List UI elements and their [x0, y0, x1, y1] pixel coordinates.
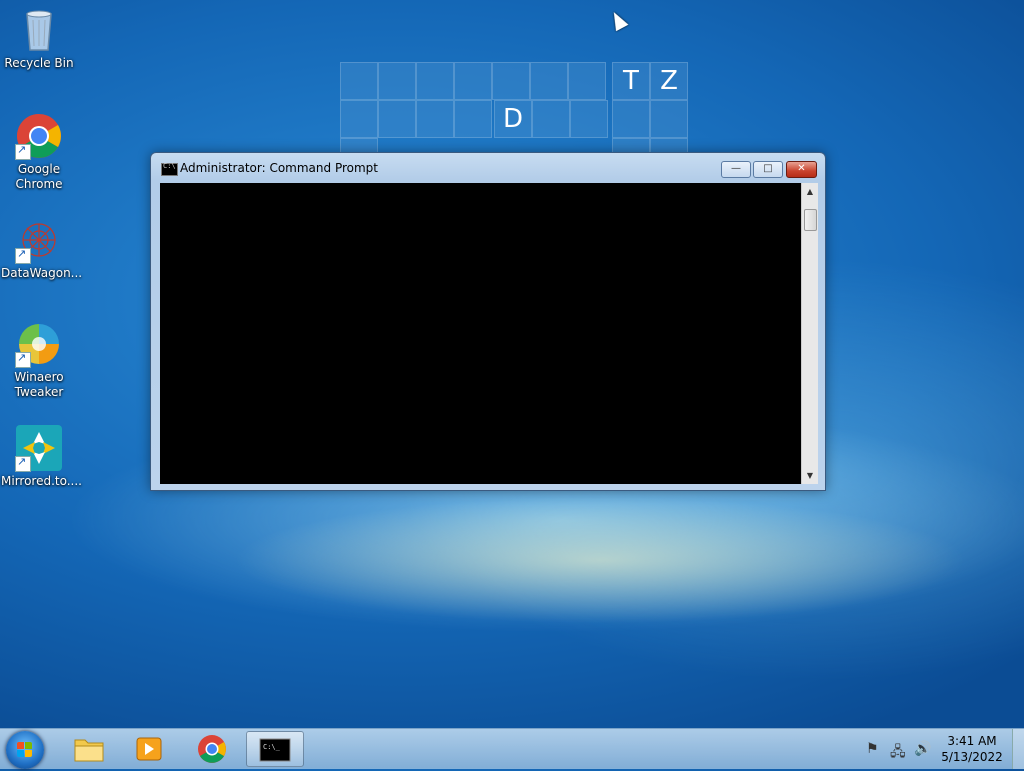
taskbar-chrome[interactable] — [183, 731, 241, 767]
shortcut-arrow-icon — [15, 350, 31, 368]
desktop-icon-datawagon[interactable]: DataWagon... — [1, 216, 83, 281]
desktop-icon-winaero-tweaker[interactable]: Winaero Tweaker — [1, 320, 77, 400]
desktop: T Z D Recycle Bin ↗ Google Chrome ↗ Data… — [0, 0, 1024, 728]
clock-time: 3:41 AM — [947, 734, 997, 748]
shortcut-arrow-icon — [15, 142, 31, 160]
console-output[interactable] — [160, 183, 801, 484]
media-player-icon — [136, 737, 162, 761]
network-icon[interactable]: 🖧 — [890, 741, 906, 765]
mirrored-to-icon — [15, 424, 63, 472]
desktop-icon-label: DataWagon... — [1, 266, 83, 280]
maximize-button[interactable]: □ — [753, 161, 783, 178]
action-center-flag-icon[interactable]: ⚑ — [866, 741, 879, 757]
wallpaper-letter-d: D — [494, 100, 532, 138]
scroll-down-arrow-icon[interactable]: ▼ — [802, 467, 818, 484]
chrome-icon — [198, 735, 226, 763]
scroll-up-arrow-icon[interactable]: ▲ — [802, 183, 818, 200]
datawagon-icon — [15, 216, 63, 264]
desktop-icon-label: Mirrored.to.... — [1, 474, 82, 488]
desktop-icon-label: Recycle Bin — [4, 56, 74, 70]
taskbar-command-prompt[interactable]: C:\_ — [246, 731, 304, 767]
start-button[interactable] — [6, 731, 44, 769]
minimize-button[interactable]: — — [721, 161, 751, 178]
desktop-icon-label: Google Chrome — [15, 162, 63, 191]
wallpaper-letter-z: Z — [650, 62, 688, 100]
desktop-icon-label: Winaero Tweaker — [14, 370, 64, 399]
desktop-icon-google-chrome[interactable]: Google Chrome — [1, 112, 77, 192]
shortcut-arrow-icon — [15, 454, 31, 472]
window-title: Administrator: Command Prompt — [180, 161, 378, 175]
wallpaper-letter-t: T — [612, 62, 650, 100]
window-titlebar[interactable]: Administrator: Command Prompt — □ ✕ — [151, 153, 825, 183]
desktop-icon-recycle-bin[interactable]: Recycle Bin — [1, 6, 77, 71]
chrome-icon — [15, 112, 63, 160]
volume-icon[interactable]: 🔊 — [914, 741, 931, 757]
vertical-scrollbar[interactable]: ▲ ▼ — [801, 183, 818, 484]
scrollbar-thumb[interactable] — [804, 209, 817, 231]
desktop-icon-mirrored-to[interactable]: Mirrored.to.... — [1, 424, 82, 489]
command-prompt-icon — [161, 162, 178, 176]
taskbar-media-player[interactable] — [120, 731, 178, 767]
folder-icon — [74, 739, 104, 762]
windows-logo-icon — [17, 742, 33, 758]
mouse-pointer-icon — [607, 8, 629, 32]
taskbar-windows-explorer[interactable] — [60, 731, 118, 767]
recycle-bin-icon — [15, 6, 63, 54]
show-desktop-button[interactable] — [1012, 729, 1024, 769]
shortcut-arrow-icon — [15, 246, 31, 264]
close-button[interactable]: ✕ — [786, 161, 817, 178]
command-prompt-icon: C:\_ — [259, 738, 291, 762]
winaero-tweaker-icon — [15, 320, 63, 368]
command-prompt-window[interactable]: Administrator: Command Prompt — □ ✕ ▲ ▼ — [150, 152, 826, 491]
svg-text:C:\_: C:\_ — [263, 743, 281, 751]
taskbar: C:\_ ⚑ 🖧 🔊 3:41 AM 5/13/2022 — [0, 728, 1024, 769]
taskbar-clock[interactable]: 3:41 AM 5/13/2022 — [940, 733, 1004, 765]
clock-date: 5/13/2022 — [941, 750, 1003, 764]
